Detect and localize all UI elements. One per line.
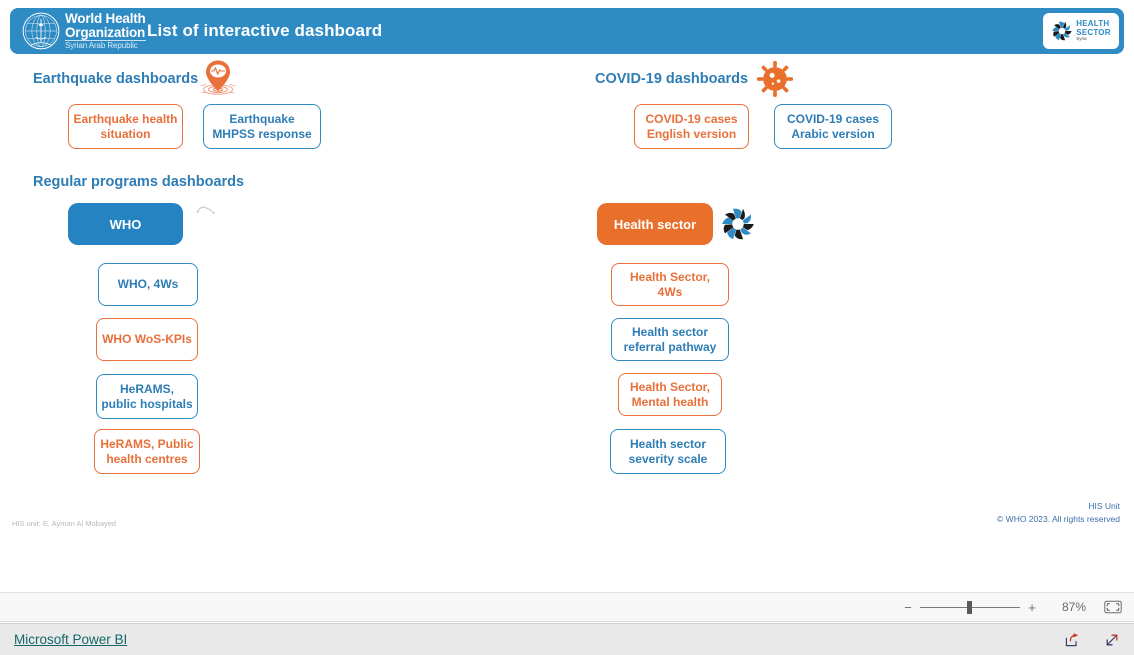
earthquake-section-heading: Earthquake dashboards: [33, 71, 199, 87]
earthquake-pin-icon: [200, 60, 236, 95]
who-wordmark-line1: World Health: [65, 11, 146, 26]
fullscreen-icon[interactable]: [1104, 632, 1120, 648]
button-herams-public-health-centres[interactable]: HeRAMS, Public health centres: [94, 429, 200, 474]
who-emblem-icon: [22, 12, 60, 50]
button-health-sector-severity-scale[interactable]: Health sector severity scale: [610, 429, 726, 474]
fit-to-page-icon[interactable]: [1104, 600, 1122, 614]
health-sector-logo-inner: HEALTH SECTOR Syria: [1051, 19, 1111, 42]
button-who-group[interactable]: WHO: [68, 203, 183, 245]
health-sector-logo-line3: Syria: [1076, 36, 1087, 42]
button-who-4ws[interactable]: WHO, 4Ws: [98, 263, 198, 306]
zoom-out-button[interactable]: −: [902, 601, 914, 614]
share-icon[interactable]: [1064, 632, 1080, 648]
report-header: World Health Organization Syrian Arab Re…: [10, 8, 1124, 54]
zoom-in-button[interactable]: +: [1026, 601, 1038, 614]
who-wordmark: World Health Organization Syrian Arab Re…: [65, 12, 146, 50]
button-health-sector-group[interactable]: Health sector: [597, 203, 713, 245]
who-logo: World Health Organization Syrian Arab Re…: [22, 12, 146, 50]
who-wordmark-line3: Syrian Arab Republic: [65, 41, 138, 50]
button-who-wos-kpis[interactable]: WHO WoS-KPIs: [96, 318, 198, 361]
zoom-slider[interactable]: [920, 600, 1020, 614]
credit-copyright: HIS Unit © WHO 2023. All rights reserved: [997, 500, 1120, 526]
zoom-toolbar: − + 87%: [0, 592, 1134, 622]
button-earthquake-health-situation[interactable]: Earthquake health situation: [68, 104, 183, 149]
coronavirus-icon: [757, 61, 793, 97]
powerbi-footer-bar: Microsoft Power BI: [0, 623, 1134, 655]
page-title: List of interactive dashboard: [147, 21, 383, 40]
report-canvas: World Health Organization Syrian Arab Re…: [0, 0, 1134, 592]
health-sector-logo-text: HEALTH SECTOR Syria: [1076, 19, 1110, 42]
credit-copyright-line: © WHO 2023. All rights reserved: [997, 513, 1120, 524]
button-covid-cases-english[interactable]: COVID-19 cases English version: [634, 104, 749, 149]
button-health-sector-mental-health[interactable]: Health Sector, Mental health: [618, 373, 722, 416]
powerbi-actions: [1064, 632, 1120, 648]
zoom-slider-handle[interactable]: [967, 601, 972, 614]
health-sector-swirl-icon: [722, 208, 754, 240]
regular-programs-heading: Regular programs dashboards: [33, 174, 245, 190]
who-small-icon: [196, 206, 215, 214]
covid-section-heading: COVID-19 dashboards: [595, 71, 749, 87]
button-covid-cases-arabic[interactable]: COVID-19 cases Arabic version: [774, 104, 892, 149]
powerbi-link[interactable]: Microsoft Power BI: [14, 632, 127, 647]
credit-his-unit: HIS Unit: [1088, 501, 1120, 511]
button-health-sector-4ws[interactable]: Health Sector, 4Ws: [611, 263, 729, 306]
button-earthquake-mhpss-response[interactable]: Earthquake MHPSS response: [203, 104, 321, 149]
button-health-sector-referral-pathway[interactable]: Health sector referral pathway: [611, 318, 729, 361]
health-sector-swirl-icon: [1052, 21, 1072, 41]
who-wordmark-line2: Organization: [65, 24, 146, 40]
health-sector-logo: HEALTH SECTOR Syria: [1043, 13, 1119, 49]
button-herams-public-hospitals[interactable]: HeRAMS, public hospitals: [96, 374, 198, 419]
zoom-level-value: 87%: [1061, 600, 1086, 614]
credit-his-unit-author: HIS unit: E. Ayman Al Mobayed: [12, 519, 117, 528]
